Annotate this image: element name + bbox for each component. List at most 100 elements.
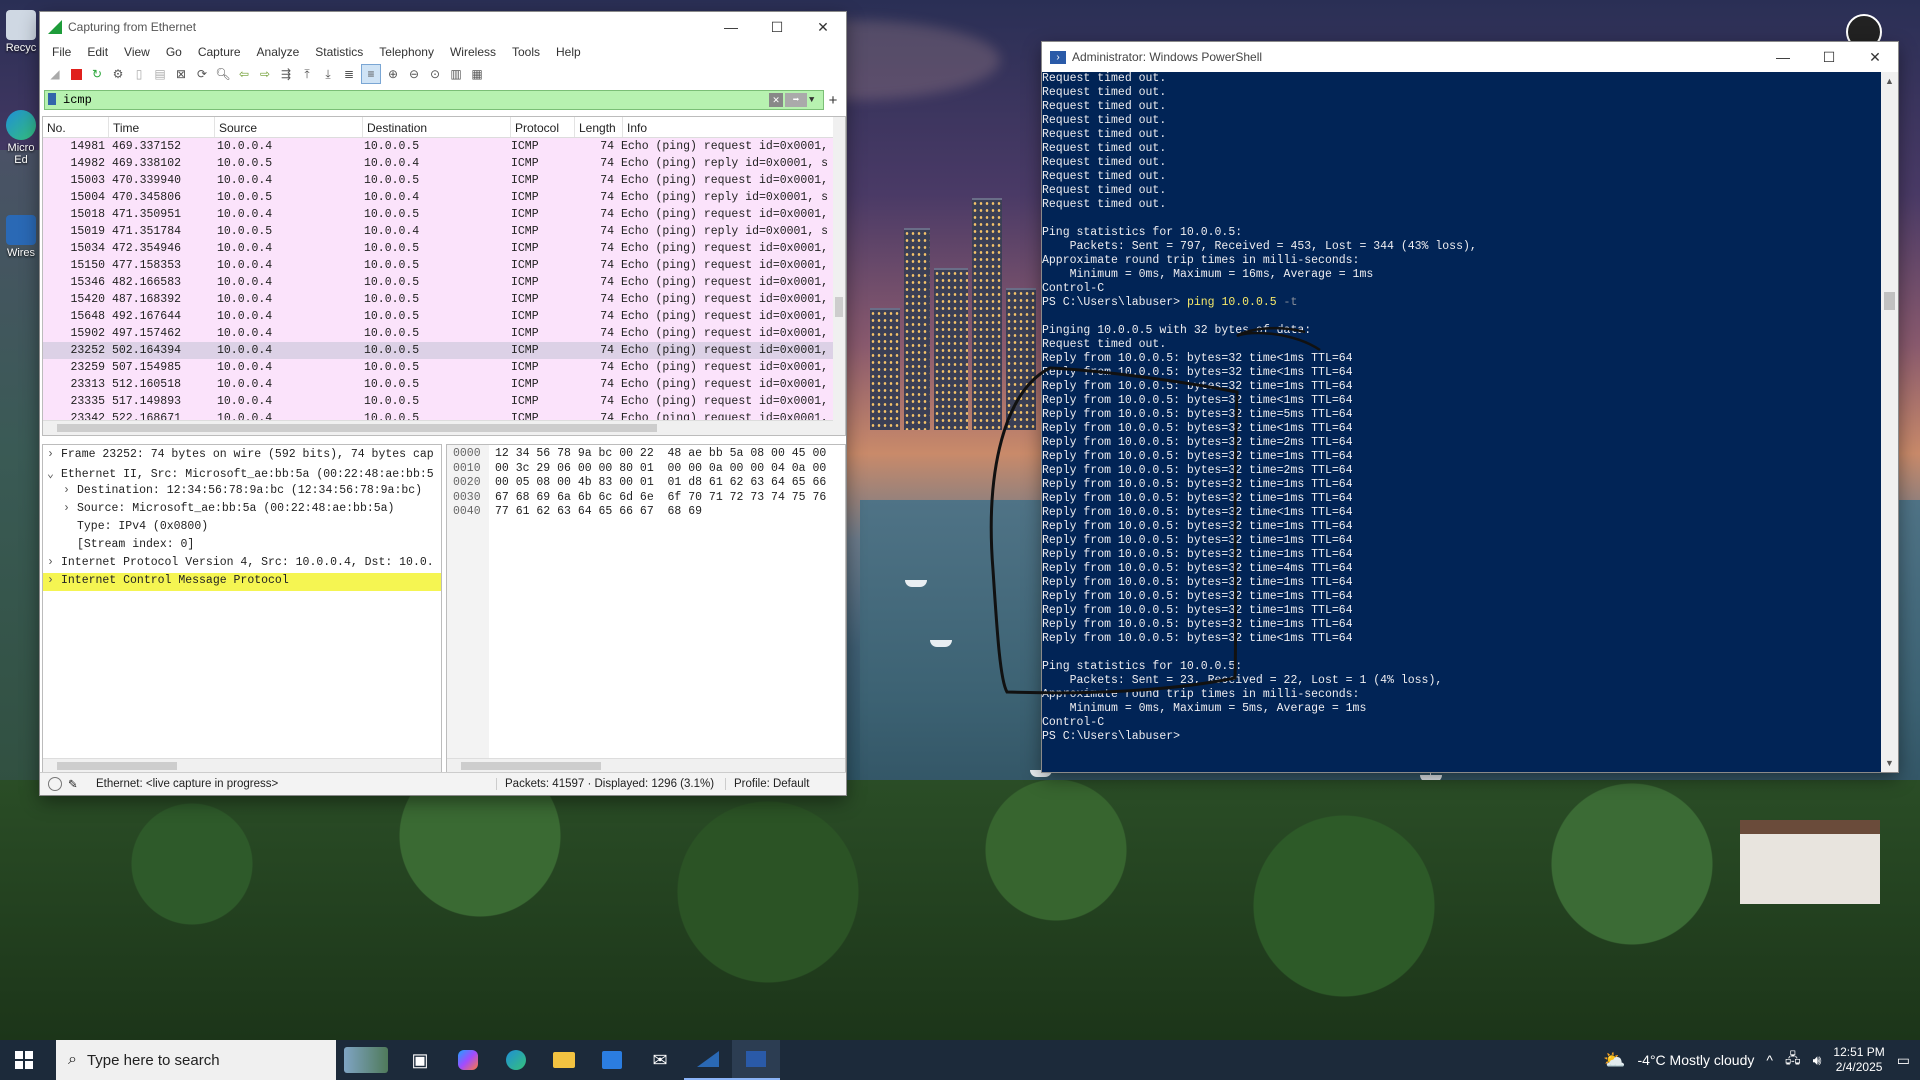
detail-tree-item[interactable]: Type: IPv4 (0x0800) bbox=[43, 519, 441, 537]
copilot-icon[interactable] bbox=[444, 1040, 492, 1080]
column-time[interactable]: Time bbox=[109, 117, 215, 137]
go-back-icon[interactable]: ⇦ bbox=[235, 65, 253, 83]
hex-dump-row[interactable]: 0030 67 68 69 6a 6b 6c 6d 6e 6f 70 71 72 … bbox=[447, 491, 845, 506]
packet-row[interactable]: 15018 471.350951 10.0.0.4 10.0.0.5 ICMP 74 Ech… bbox=[43, 206, 845, 223]
show-hidden-icons-icon[interactable]: ^ bbox=[1766, 1052, 1773, 1068]
packet-row[interactable]: 23259 507.154985 10.0.0.4 10.0.0.5 ICMP 74 Ech… bbox=[43, 359, 845, 376]
hex-dump-row[interactable]: 0040 77 61 62 63 64 65 66 67 68 69 bbox=[447, 505, 845, 520]
start-capture-icon[interactable]: ◢ bbox=[46, 65, 64, 83]
menu-telephony[interactable]: Telephony bbox=[371, 45, 442, 59]
hex-dump-row[interactable]: 0010 00 3c 29 06 00 00 80 01 00 00 0a 00 … bbox=[447, 462, 845, 477]
close-button[interactable]: ✕ bbox=[800, 12, 846, 42]
detail-tree-item[interactable]: › Source: Microsoft_ae:bb:5a (00:22:48:ae… bbox=[43, 501, 441, 519]
desktop-icon-recycle-bin[interactable]: Recyc bbox=[4, 10, 38, 54]
console-output[interactable]: Request timed out. Request timed out. Requ… bbox=[1042, 72, 1880, 772]
apply-filter-icon[interactable]: ➡ bbox=[785, 93, 807, 107]
clock[interactable]: 12:51 PM 2/4/2025 bbox=[1833, 1045, 1884, 1075]
packet-row[interactable]: 14981 469.337152 10.0.0.4 10.0.0.5 ICMP 74 Ech… bbox=[43, 138, 845, 155]
packet-list-vscrollbar[interactable] bbox=[833, 117, 845, 435]
menu-capture[interactable]: Capture bbox=[190, 45, 249, 59]
column-no[interactable]: No. bbox=[43, 117, 109, 137]
details-hscrollbar[interactable] bbox=[43, 758, 441, 773]
expanded-arrow-icon[interactable]: ⌄ bbox=[47, 466, 61, 481]
volume-icon[interactable]: 🔊︎ bbox=[1813, 1052, 1822, 1069]
zoom-out-icon[interactable]: ⊖ bbox=[405, 65, 423, 83]
stop-capture-icon[interactable] bbox=[67, 65, 85, 83]
packet-row[interactable]: 15019 471.351784 10.0.0.5 10.0.0.4 ICMP 74 Ech… bbox=[43, 223, 845, 240]
menu-file[interactable]: File bbox=[44, 45, 79, 59]
close-file-icon[interactable]: ⊠ bbox=[172, 65, 190, 83]
taskbar-search-box[interactable]: ⌕ Type here to search bbox=[56, 1040, 336, 1080]
column-source[interactable]: Source bbox=[215, 117, 363, 137]
zoom-normal-icon[interactable]: ⊙ bbox=[426, 65, 444, 83]
minimize-button[interactable]: — bbox=[1760, 42, 1806, 72]
wireshark-taskbar-icon[interactable] bbox=[684, 1040, 732, 1080]
console-scroll-thumb[interactable] bbox=[1884, 292, 1895, 310]
detail-tree-item[interactable]: › Internet Protocol Version 4, Src: 10.0.… bbox=[43, 555, 441, 573]
bookmark-icon[interactable] bbox=[48, 93, 56, 105]
column-protocol[interactable]: Protocol bbox=[511, 117, 575, 137]
packet-row[interactable]: 15902 497.157462 10.0.0.4 10.0.0.5 ICMP 74 Ech… bbox=[43, 325, 845, 342]
menu-help[interactable]: Help bbox=[548, 45, 589, 59]
start-button[interactable] bbox=[0, 1040, 48, 1080]
file-explorer-icon[interactable] bbox=[540, 1040, 588, 1080]
packet-row[interactable]: 15003 470.339940 10.0.0.4 10.0.0.5 ICMP 74 Ech… bbox=[43, 172, 845, 189]
packet-row[interactable]: 23252 502.164394 10.0.0.4 10.0.0.5 ICMP 74 Ech… bbox=[43, 342, 845, 359]
menu-analyze[interactable]: Analyze bbox=[249, 45, 308, 59]
reload-file-icon[interactable]: ⟳ bbox=[193, 65, 211, 83]
notifications-icon[interactable]: ▭ bbox=[1897, 1052, 1910, 1069]
scroll-up-icon[interactable]: ▲ bbox=[1885, 76, 1894, 86]
filter-history-dropdown-icon[interactable]: ▼ bbox=[809, 95, 821, 105]
bytes-hscrollbar[interactable] bbox=[447, 758, 845, 773]
collapsed-arrow-icon[interactable]: › bbox=[47, 448, 61, 461]
desktop-icon-edge[interactable]: Micro Ed bbox=[4, 110, 38, 166]
packet-list-hscrollbar[interactable] bbox=[43, 420, 845, 435]
menu-tools[interactable]: Tools bbox=[504, 45, 548, 59]
capture-comment-icon[interactable]: ✎ bbox=[68, 777, 82, 791]
packet-row[interactable]: 15420 487.168392 10.0.0.4 10.0.0.5 ICMP 74 Ech… bbox=[43, 291, 845, 308]
zoom-in-icon[interactable]: ⊕ bbox=[384, 65, 402, 83]
menu-edit[interactable]: Edit bbox=[79, 45, 116, 59]
weather-text[interactable]: -4°C Mostly cloudy bbox=[1638, 1052, 1755, 1068]
desktop-icon-wireshark[interactable]: Wires bbox=[4, 215, 38, 259]
go-to-packet-icon[interactable]: ⇶ bbox=[277, 65, 295, 83]
console-vscrollbar[interactable]: ▲ ▼ bbox=[1881, 72, 1898, 772]
packet-row[interactable]: 15346 482.166583 10.0.0.4 10.0.0.5 ICMP 74 Ech… bbox=[43, 274, 845, 291]
display-filter-input[interactable]: icmp ✕ ➡ ▼ bbox=[44, 90, 824, 110]
colorize-icon[interactable]: ≡ bbox=[361, 64, 381, 84]
powershell-taskbar-icon[interactable] bbox=[732, 1040, 780, 1080]
wireshark-titlebar[interactable]: Capturing from Ethernet — ☐ ✕ bbox=[40, 12, 846, 42]
menu-wireless[interactable]: Wireless bbox=[442, 45, 504, 59]
minimize-button[interactable]: — bbox=[708, 12, 754, 42]
store-icon[interactable] bbox=[588, 1040, 636, 1080]
detail-tree-item[interactable]: › Frame 23252: 74 bytes on wire (592 bits… bbox=[43, 447, 441, 465]
close-button[interactable]: ✕ bbox=[1852, 42, 1898, 72]
collapsed-arrow-icon[interactable]: › bbox=[47, 574, 61, 587]
go-forward-icon[interactable]: ⇨ bbox=[256, 65, 274, 83]
resize-columns-icon[interactable]: ▥ bbox=[447, 65, 465, 83]
find-packet-icon[interactable]: 🔍︎ bbox=[214, 65, 232, 83]
expert-info-icon[interactable] bbox=[48, 777, 62, 791]
weather-icon[interactable]: ⛅ bbox=[1603, 1050, 1625, 1071]
first-packet-icon[interactable]: ⤒ bbox=[298, 65, 316, 83]
powershell-titlebar[interactable]: › Administrator: Windows PowerShell — ☐ … bbox=[1042, 42, 1898, 72]
packet-row[interactable]: 14982 469.338102 10.0.0.5 10.0.0.4 ICMP 74 Ech… bbox=[43, 155, 845, 172]
clear-filter-icon[interactable]: ✕ bbox=[769, 93, 783, 107]
packet-row[interactable]: 15034 472.354946 10.0.0.4 10.0.0.5 ICMP 74 Ech… bbox=[43, 240, 845, 257]
packet-row[interactable]: 15150 477.158353 10.0.0.4 10.0.0.5 ICMP 74 Ech… bbox=[43, 257, 845, 274]
profile-text[interactable]: Profile: Default bbox=[725, 778, 809, 790]
packet-row[interactable]: 15648 492.167644 10.0.0.4 10.0.0.5 ICMP 74 Ech… bbox=[43, 308, 845, 325]
maximize-button[interactable]: ☐ bbox=[1806, 42, 1852, 72]
restart-capture-icon[interactable]: ↻ bbox=[88, 65, 106, 83]
detail-tree-item[interactable]: [Stream index: 0] bbox=[43, 537, 441, 555]
packet-row[interactable]: 15004 470.345806 10.0.0.5 10.0.0.4 ICMP 74 Ech… bbox=[43, 189, 845, 206]
open-file-icon[interactable]: ▯ bbox=[130, 65, 148, 83]
detail-tree-item[interactable]: › Destination: 12:34:56:78:9a:bc (12:34:5… bbox=[43, 483, 441, 501]
collapsed-arrow-icon[interactable]: › bbox=[47, 556, 61, 569]
menu-statistics[interactable]: Statistics bbox=[307, 45, 371, 59]
last-packet-icon[interactable]: ⤓ bbox=[319, 65, 337, 83]
collapsed-arrow-icon[interactable]: › bbox=[63, 502, 77, 515]
column-info[interactable]: Info bbox=[623, 117, 845, 137]
detail-tree-item[interactable]: › Internet Control Message Protocol bbox=[43, 573, 441, 591]
layout-icon[interactable]: ▦ bbox=[468, 65, 486, 83]
